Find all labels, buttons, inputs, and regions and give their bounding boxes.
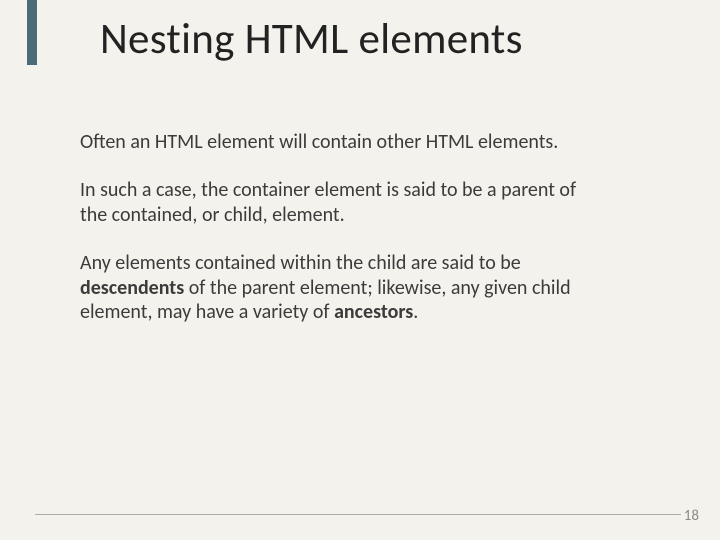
accent-bar xyxy=(27,0,37,65)
slide: Nesting HTML elements Often an HTML elem… xyxy=(0,0,720,540)
footer-rule xyxy=(35,514,685,515)
term-ancestors: ancestors xyxy=(334,300,413,324)
slide-body: Often an HTML element will contain other… xyxy=(80,130,580,348)
p3-part-e: . xyxy=(413,300,418,324)
slide-title: Nesting HTML elements xyxy=(100,12,523,65)
paragraph-3: Any elements contained within the child … xyxy=(80,251,580,324)
term-descendents: descendents xyxy=(80,276,184,300)
page-number: 18 xyxy=(681,507,702,525)
paragraph-1: Often an HTML element will contain other… xyxy=(80,130,580,154)
paragraph-2: In such a case, the container element is… xyxy=(80,178,580,227)
p3-part-a: Any elements contained within the child … xyxy=(80,251,521,275)
